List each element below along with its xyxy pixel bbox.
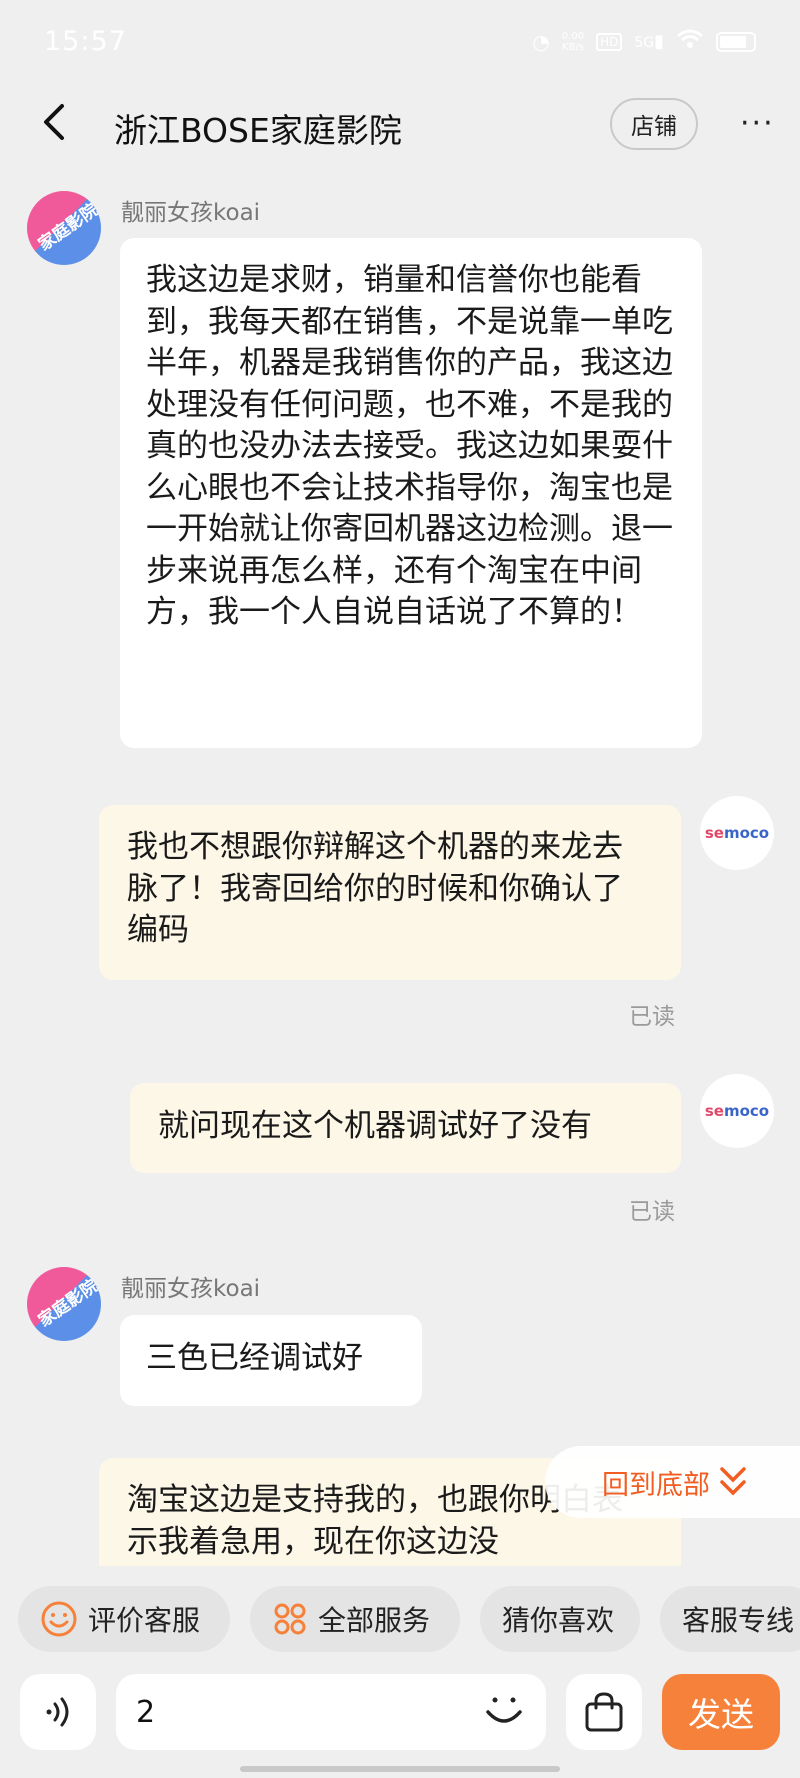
send-button[interactable]: 发送 (662, 1674, 780, 1750)
status-icons: ◔ 0.00 KB/s HD 5G▮ (532, 28, 756, 55)
chip-label: 全部服务 (318, 1604, 431, 1637)
emoji-icon (486, 1697, 522, 1723)
sender-name: 靓丽女孩koai (121, 200, 261, 226)
read-status: 已读 (629, 1199, 675, 1225)
chat-title: 浙江BOSE家庭影院 (114, 111, 402, 150)
quick-services-bar: 评价客服 全部服务 猜你喜欢 客服专线 (0, 1586, 800, 1656)
shopping-bag-button[interactable] (566, 1674, 642, 1750)
avatar-text: semoco (704, 1102, 770, 1120)
chip-label: 客服专线 (682, 1604, 795, 1637)
shopping-bag-icon (585, 1692, 623, 1732)
avatar-text: semoco (704, 824, 770, 842)
rate-service-chip[interactable]: 评价客服 (18, 1586, 230, 1652)
hd-badge: HD (596, 32, 623, 51)
avatar[interactable]: 家庭影院 (27, 1267, 101, 1341)
battery-icon (716, 31, 756, 52)
wifi-icon (676, 28, 704, 55)
avatar[interactable]: semoco (700, 796, 774, 870)
guess-you-like-chip[interactable]: 猜你喜欢 (480, 1586, 640, 1652)
read-status: 已读 (629, 1004, 675, 1030)
chip-label: 猜你喜欢 (502, 1604, 615, 1637)
service-hotline-chip[interactable]: 客服专线 (660, 1586, 800, 1652)
scroll-to-bottom-label: 回到底部 (602, 1469, 710, 1501)
status-bar: 15:57 ◔ 0.00 KB/s HD 5G▮ (0, 0, 800, 86)
sender-name: 靓丽女孩koai (121, 1276, 261, 1302)
smile-icon (41, 1601, 77, 1637)
chat-header: 浙江BOSE家庭影院 店铺 ··· (0, 86, 800, 162)
message-bubble[interactable]: 就问现在这个机器调试好了没有 (130, 1083, 681, 1173)
chevron-left-icon (44, 104, 64, 140)
more-options-button[interactable]: ··· (740, 106, 775, 141)
back-button[interactable] (34, 100, 78, 144)
voice-button[interactable] (20, 1674, 96, 1750)
voice-icon (46, 1697, 69, 1727)
chip-label: 评价客服 (88, 1604, 201, 1637)
message-bubble[interactable]: 三色已经调试好 (120, 1315, 422, 1406)
avatar-text: 家庭影院 (34, 199, 101, 256)
signal-icon: 5G▮ (634, 31, 664, 52)
avatar-text: 家庭影院 (34, 1275, 101, 1332)
all-services-chip[interactable]: 全部服务 (250, 1586, 460, 1652)
grid-icon (274, 1603, 306, 1635)
avatar[interactable]: semoco (700, 1074, 774, 1148)
status-time: 15:57 (44, 26, 127, 57)
emoji-button[interactable] (480, 1686, 528, 1734)
scroll-to-bottom-button[interactable]: 回到底部 (545, 1446, 800, 1518)
home-indicator (240, 1766, 560, 1772)
double-chevron-down-icon (720, 1467, 746, 1496)
net-speed: 0.00 KB/s (561, 30, 585, 53)
message-bubble[interactable]: 我也不想跟你辩解这个机器的来龙去脉了！我寄回给你的时候和你确认了编码 (99, 805, 681, 980)
message-bubble[interactable]: 我这边是求财，销量和信誉你也能看到，我每天都在销售，不是说靠一单吃半年，机器是我… (120, 238, 702, 748)
gauge-icon: ◔ (532, 29, 550, 54)
avatar[interactable]: 家庭影院 (27, 191, 101, 265)
shop-button[interactable]: 店铺 (610, 98, 698, 150)
input-bar: 发送 (0, 1670, 800, 1754)
